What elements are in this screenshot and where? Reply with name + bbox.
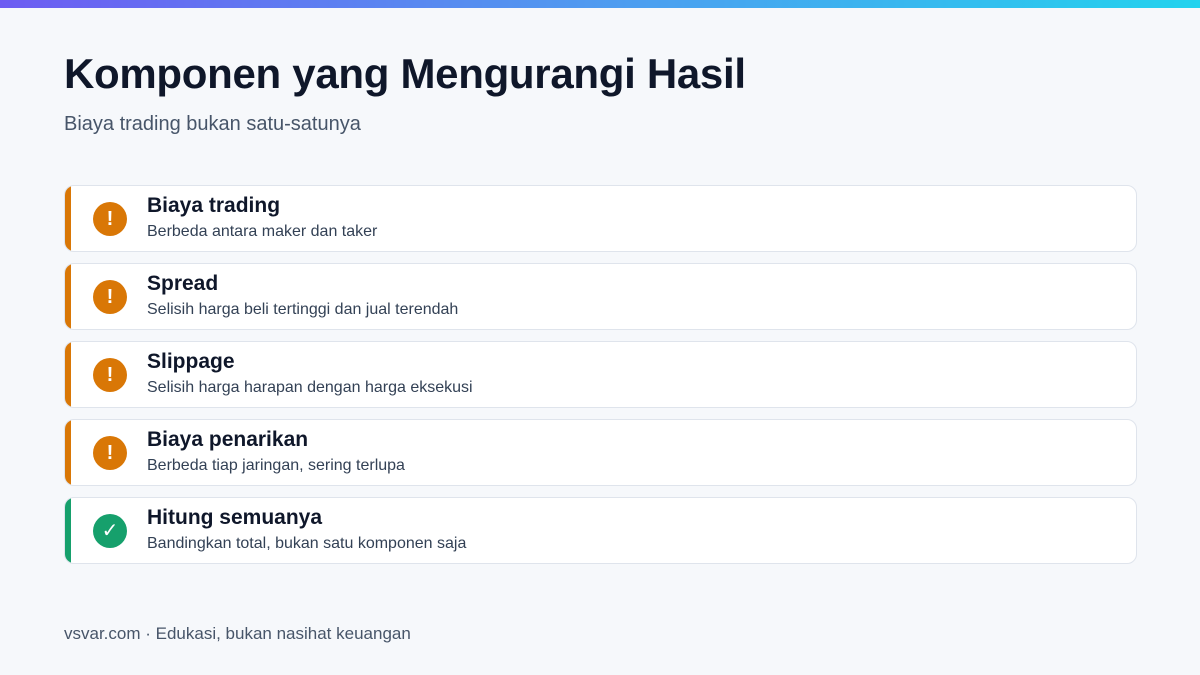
list-item-biaya-penarikan: ! Biaya penarikan Berbeda tiap jaringan,… <box>64 419 1137 486</box>
item-description: Selisih harga beli tertinggi dan jual te… <box>147 301 459 318</box>
list-item-hitung-semuanya: ✓ Hitung semuanya Bandingkan total, buka… <box>64 497 1137 564</box>
page-title: Komponen yang Mengurangi Hasil <box>64 50 746 97</box>
accent-bar <box>65 264 71 329</box>
item-description: Selisih harga harapan dengan harga eksek… <box>147 379 473 396</box>
warning-icon: ! <box>93 280 127 314</box>
accent-bar <box>65 186 71 251</box>
item-heading: Biaya trading <box>147 194 281 217</box>
footer-note: vsvar.com · Edukasi, bukan nasihat keuan… <box>64 624 411 643</box>
check-icon: ✓ <box>93 514 127 548</box>
item-heading: Hitung semuanya <box>147 506 323 529</box>
item-description: Bandingkan total, bukan satu komponen sa… <box>147 535 467 552</box>
item-heading: Spread <box>147 272 219 295</box>
item-description: Berbeda antara maker dan taker <box>147 223 378 240</box>
page-subtitle: Biaya trading bukan satu-satunya <box>64 113 361 135</box>
top-gradient-bar <box>0 0 1200 8</box>
accent-bar <box>65 420 71 485</box>
warning-icon: ! <box>93 358 127 392</box>
list-item-spread: ! Spread Selisih harga beli tertinggi da… <box>64 263 1137 330</box>
accent-bar <box>65 342 71 407</box>
accent-bar <box>65 498 71 563</box>
list-item-biaya-trading: ! Biaya trading Berbeda antara maker dan… <box>64 185 1137 252</box>
list-item-slippage: ! Slippage Selisih harga harapan dengan … <box>64 341 1137 408</box>
item-heading: Slippage <box>147 350 235 373</box>
warning-icon: ! <box>93 202 127 236</box>
item-heading: Biaya penarikan <box>147 428 309 451</box>
component-list: ! Biaya trading Berbeda antara maker dan… <box>64 185 1137 575</box>
warning-icon: ! <box>93 436 127 470</box>
item-description: Berbeda tiap jaringan, sering terlupa <box>147 457 405 474</box>
